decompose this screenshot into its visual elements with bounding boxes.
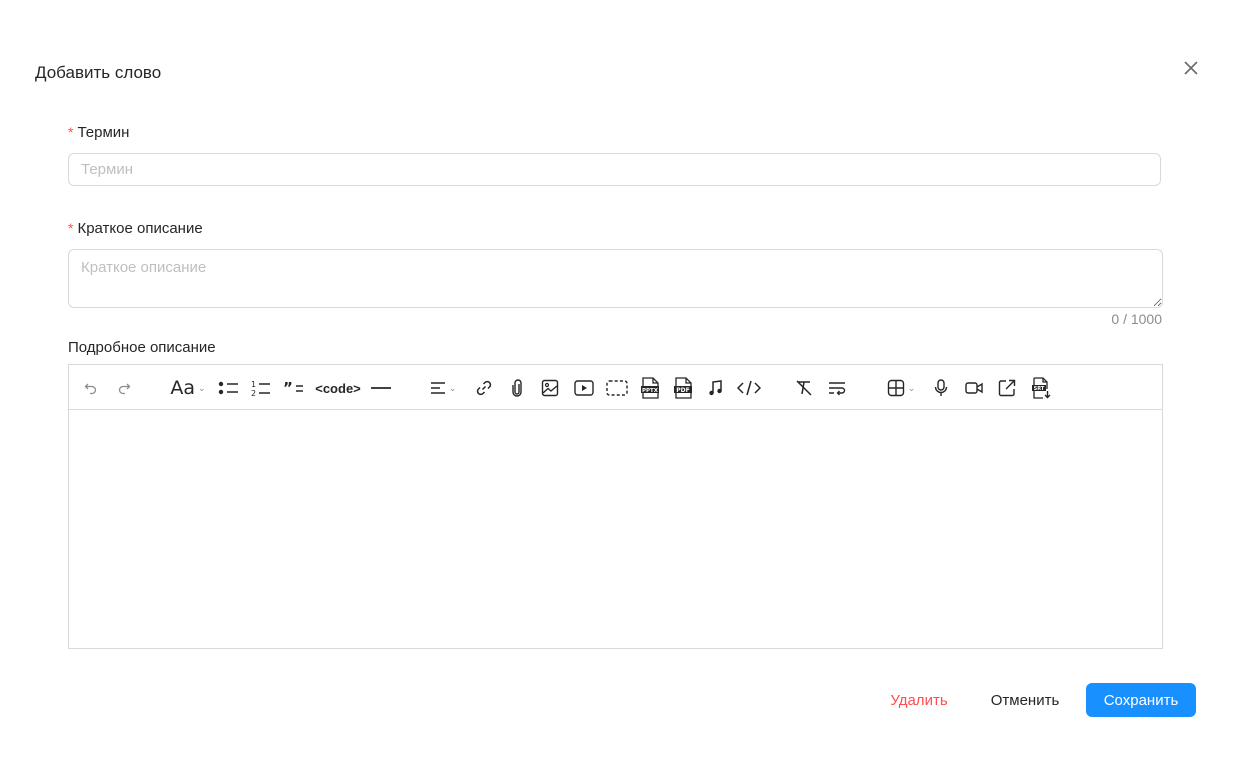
external-link-icon bbox=[998, 379, 1016, 397]
chevron-down-icon: ⌄ bbox=[907, 382, 916, 393]
video-icon bbox=[574, 380, 594, 396]
short-description-textarea[interactable] bbox=[68, 249, 1163, 308]
required-mark: * bbox=[68, 220, 74, 236]
image-button[interactable] bbox=[539, 375, 561, 401]
redo-icon bbox=[118, 383, 131, 395]
undo-icon bbox=[84, 383, 97, 395]
short-description-label-text: Краткое описание bbox=[77, 220, 203, 237]
camera-icon bbox=[965, 382, 983, 394]
chevron-down-icon: ⌄ bbox=[448, 382, 457, 393]
cancel-button[interactable]: Отменить bbox=[980, 683, 1070, 717]
dialog-title: Добавить слово bbox=[35, 63, 162, 82]
add-word-dialog: Добавить слово *Термин *Краткое описание… bbox=[0, 0, 1248, 779]
align-icon bbox=[430, 382, 445, 394]
horizontal-rule-button[interactable] bbox=[369, 375, 393, 401]
redo-button[interactable] bbox=[114, 375, 134, 401]
audio-icon bbox=[709, 380, 722, 396]
editor-content-area[interactable] bbox=[69, 410, 1162, 648]
audio-button[interactable] bbox=[706, 375, 726, 401]
clear-format-icon bbox=[796, 380, 812, 396]
align-dropdown[interactable]: ⌄ bbox=[426, 375, 460, 401]
close-button[interactable] bbox=[1180, 57, 1202, 79]
text-wrap-icon bbox=[829, 382, 846, 396]
code-icon: <code> bbox=[315, 380, 361, 396]
attachment-button[interactable] bbox=[506, 375, 528, 401]
detailed-description-label: Подробное описание bbox=[68, 339, 216, 356]
link-icon bbox=[476, 380, 492, 396]
close-icon bbox=[1184, 61, 1198, 75]
embed-link-button[interactable] bbox=[996, 375, 1018, 401]
svg-text:”: ” bbox=[283, 380, 293, 396]
record-video-button[interactable] bbox=[963, 375, 985, 401]
image-icon bbox=[541, 379, 559, 397]
short-description-label: * Краткое описание bbox=[68, 220, 203, 237]
table-dropdown[interactable]: ⌄ bbox=[882, 375, 920, 401]
editor-toolbar: Aa ⌄ 1 2 ” <code> ⌄ PPTX PDF ⌄ SRT bbox=[69, 365, 1162, 410]
term-label: * Термин bbox=[68, 124, 129, 141]
svg-text:PPTX: PPTX bbox=[642, 388, 659, 394]
numbered-list-icon: 1 2 bbox=[251, 380, 270, 397]
numbered-list-button[interactable]: 1 2 bbox=[249, 375, 273, 401]
attachment-icon bbox=[512, 379, 522, 397]
horizontal-rule-icon bbox=[371, 387, 391, 389]
pdf-button[interactable]: PDF bbox=[672, 375, 694, 401]
blockquote-icon: ” bbox=[283, 380, 303, 396]
rich-text-editor: Aa ⌄ 1 2 ” <code> ⌄ PPTX PDF ⌄ SRT bbox=[68, 364, 1163, 649]
pptx-button[interactable]: PPTX bbox=[639, 375, 661, 401]
font-size-dropdown[interactable]: Aa ⌄ bbox=[168, 375, 208, 401]
undo-button[interactable] bbox=[81, 375, 101, 401]
required-mark: * bbox=[68, 124, 74, 140]
inline-code-button[interactable]: <code> bbox=[315, 375, 361, 401]
save-button[interactable]: Сохранить bbox=[1086, 683, 1196, 717]
code-block-icon bbox=[737, 380, 761, 396]
microphone-icon bbox=[934, 379, 948, 396]
bullet-list-icon bbox=[218, 381, 238, 395]
svg-text:PDF: PDF bbox=[676, 387, 689, 394]
pptx-icon: PPTX bbox=[641, 377, 659, 399]
record-audio-button[interactable] bbox=[931, 375, 951, 401]
text-wrap-button[interactable] bbox=[826, 375, 848, 401]
chevron-down-icon: ⌄ bbox=[198, 382, 206, 393]
term-label-text: Термин bbox=[77, 124, 130, 141]
clear-format-button[interactable] bbox=[793, 375, 815, 401]
font-size-icon: Aa bbox=[170, 377, 196, 399]
bullet-list-button[interactable] bbox=[217, 375, 241, 401]
delete-button[interactable]: Удалить bbox=[880, 683, 958, 717]
srt-icon: SRT bbox=[1032, 377, 1051, 399]
placeholder-block-button[interactable] bbox=[605, 375, 629, 401]
svg-text:2: 2 bbox=[251, 389, 256, 397]
svg-text:1: 1 bbox=[251, 380, 256, 389]
video-button[interactable] bbox=[572, 375, 596, 401]
table-icon bbox=[887, 379, 904, 397]
placeholder-block-icon bbox=[606, 380, 628, 396]
term-input[interactable] bbox=[68, 153, 1161, 186]
character-counter: 0 / 1000 bbox=[1111, 311, 1162, 327]
svg-text:SRT: SRT bbox=[1034, 386, 1045, 392]
blockquote-button[interactable]: ” bbox=[282, 375, 306, 401]
pdf-icon: PDF bbox=[674, 377, 692, 399]
code-block-button[interactable] bbox=[736, 375, 762, 401]
srt-upload-button[interactable]: SRT bbox=[1030, 375, 1052, 401]
link-button[interactable] bbox=[473, 375, 495, 401]
